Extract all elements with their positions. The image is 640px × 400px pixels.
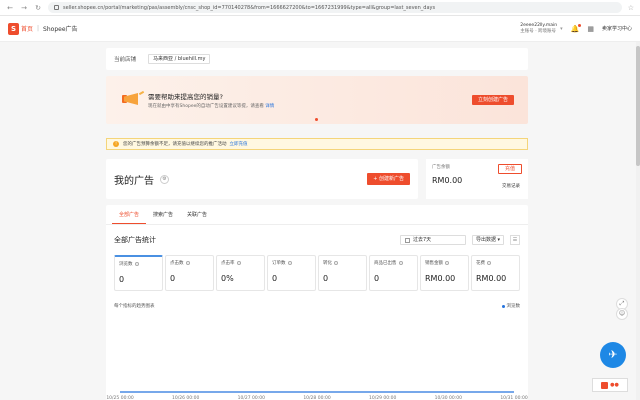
forward-icon[interactable]: →	[20, 4, 28, 12]
metric-card-views[interactable]: 浏览数 0	[114, 255, 163, 291]
chat-assistant-icon[interactable]: ✈	[600, 342, 626, 368]
x-tick-label: 10/29 00:00	[369, 395, 397, 400]
metric-card-clicks[interactable]: 点击数 0	[165, 255, 214, 291]
topup-button[interactable]: 充值	[498, 164, 522, 174]
metric-card-orders[interactable]: 订单数 0	[267, 255, 316, 291]
x-tick-label: 10/25 00:00	[106, 395, 134, 400]
chat-widget[interactable]: ●●	[592, 378, 628, 392]
x-tick-label: 10/27 00:00	[238, 395, 266, 400]
metric-card-sales[interactable]: 销售金额 RM0.00	[420, 255, 469, 291]
promo-banner: 需要帮助来提高您的销量? 现在就由中享有Shopee的自动广告设置建议等提，请查…	[106, 76, 528, 124]
shop-selector-row: 当前店铺 马来西亚 / bluehill.my	[106, 48, 528, 70]
metric-cards: 浏览数 0 点击数 0 点击率 0% 订单数 0 转化 0 商品已出售 0 销售金额 RM0.…	[106, 255, 528, 291]
page-title: 我的广告	[114, 175, 154, 187]
account-menu[interactable]: 2eeee22lly.main 主账号 · 跨境账号 ▾	[520, 23, 562, 35]
lock-icon	[54, 5, 59, 10]
tab-all-ads[interactable]: 全部广告	[112, 205, 147, 224]
shop-label: 当前店铺	[114, 57, 137, 63]
create-ad-now-button[interactable]: 立刻创建广告	[471, 95, 514, 105]
feedback-icon[interactable]: ☺	[616, 308, 628, 320]
reload-icon[interactable]: ↻	[34, 4, 42, 12]
balance-warning: ! 您的广告预算余额不足，请充值以继续您的推广活动 立即充值	[106, 138, 528, 150]
metric-card-conversions[interactable]: 转化 0	[318, 255, 367, 291]
back-icon[interactable]: ←	[6, 4, 14, 12]
chevron-down-icon: ▾	[497, 237, 500, 243]
ad-balance-card: 广告余额 RM0.00 充值 交易记录	[426, 159, 528, 199]
calendar-icon	[405, 237, 410, 243]
chat-icon	[601, 381, 609, 389]
home-link[interactable]: 首页	[21, 24, 33, 33]
metric-card-spend[interactable]: 花费 RM0.00	[471, 255, 520, 291]
list-view-icon[interactable]: ☰	[510, 235, 520, 245]
info-icon	[445, 261, 449, 265]
metric-card-items-sold[interactable]: 商品已出售 0	[369, 255, 418, 291]
page-scrollbar[interactable]	[636, 42, 640, 400]
breadcrumb-separator: |	[37, 25, 40, 32]
tab-discovery-ads[interactable]: 关联广告	[180, 205, 214, 224]
bookmark-star-icon[interactable]: ☆	[628, 4, 634, 12]
info-icon	[185, 261, 190, 265]
info-icon	[236, 261, 241, 265]
info-icon	[398, 261, 403, 265]
settings-icon[interactable]: ⚙	[160, 174, 169, 184]
url-bar[interactable]: seller.shopee.cn/portal/marketing/pas/as…	[48, 2, 622, 13]
warning-icon: !	[113, 141, 119, 147]
stats-title: 全部广告统计	[114, 236, 156, 244]
notification-bell-icon[interactable]: 🔔	[571, 23, 582, 33]
apps-grid-icon[interactable]: ▦	[587, 25, 594, 33]
shopee-logo-icon[interactable]: S	[8, 22, 19, 35]
chevron-down-icon: ▾	[560, 25, 563, 32]
seller-header: S 首页 | Shopee广告 2eeee22lly.main 主账号 · 跨境…	[0, 16, 640, 42]
trend-chart: 10/25 00:00 10/26 00:00 10/27 00:00 10/28 0…	[106, 391, 528, 400]
transaction-log-link[interactable]: 交易记录	[502, 183, 520, 189]
legend-dot	[501, 304, 505, 308]
megaphone-icon	[120, 89, 145, 111]
info-icon	[487, 261, 491, 265]
date-range-picker[interactable]: 过去7天	[400, 235, 466, 245]
create-new-ad-button[interactable]: + 创建新广告	[367, 173, 410, 185]
scrollbar-thumb[interactable]	[636, 46, 640, 166]
x-tick-label: 10/26 00:00	[172, 395, 200, 400]
account-name: 2eeee22lly.main 主账号 · 跨境账号	[520, 22, 558, 34]
carousel-dot[interactable]	[315, 118, 318, 121]
chart-legend[interactable]: 浏览数	[501, 303, 520, 309]
export-data-button[interactable]: 导出数据 ▾	[472, 235, 504, 245]
browser-address-bar: ← → ↻ seller.shopee.cn/portal/marketing/…	[0, 0, 640, 16]
notification-dot	[578, 23, 582, 27]
banner-headline: 需要帮助来提高您的销量?	[148, 93, 223, 101]
tab-search-ads[interactable]: 搜索广告	[146, 205, 180, 224]
warning-text: 您的广告预算余额不足，请充值以继续您的推广活动	[123, 142, 227, 147]
ad-type-tabs: 全部广告 搜索广告 关联广告	[106, 205, 528, 225]
topup-link[interactable]: 立即充值	[230, 141, 248, 147]
chat-label-icon: ●●	[610, 382, 619, 388]
info-icon	[287, 261, 292, 265]
banner-subtext: 现在就由中享有Shopee的自动广告设置建议等提，请查看 详情	[148, 104, 275, 109]
my-ads-card: 我的广告 ⚙ + 创建新广告	[106, 159, 418, 199]
x-tick-label: 10/31 00:00	[500, 395, 528, 400]
banner-details-link[interactable]: 详情	[265, 104, 274, 109]
url-text: seller.shopee.cn/portal/marketing/pas/as…	[63, 4, 436, 11]
ads-stats-card: 全部广告 搜索广告 关联广告 全部广告统计 过去7天 导出数据 ▾ ☰ 浏览数 0 …	[106, 205, 528, 400]
info-icon	[334, 261, 338, 265]
chart-title: 每个指标的趋势图表	[114, 304, 155, 309]
metric-card-ctr[interactable]: 点击率 0%	[216, 255, 265, 291]
x-tick-label: 10/28 00:00	[303, 395, 331, 400]
x-tick-label: 10/30 00:00	[435, 395, 463, 400]
info-icon	[134, 262, 139, 266]
seller-learning-link[interactable]: 卖家学习中心	[602, 25, 632, 32]
breadcrumb: Shopee广告	[43, 26, 78, 33]
shop-select[interactable]: 马来西亚 / bluehill.my	[148, 54, 211, 64]
